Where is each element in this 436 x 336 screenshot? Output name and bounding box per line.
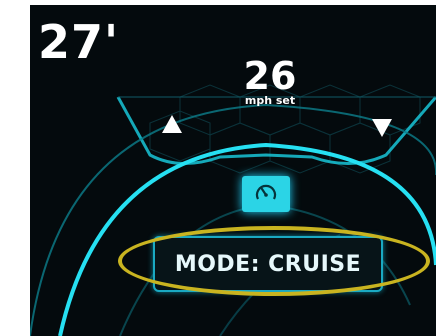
cruise-control-button[interactable]: [242, 176, 290, 212]
speedometer-icon: [255, 184, 277, 200]
set-speed-unit: mph set: [244, 94, 296, 107]
dashboard-screen: 27' 26 mph set MODE: CRUISE: [30, 5, 436, 336]
mode-label: MODE: CRUISE: [174, 251, 362, 277]
mode-indicator[interactable]: MODE: CRUISE: [153, 236, 383, 292]
set-speed-value: 26: [243, 54, 297, 98]
speed-decrease-arrow-icon[interactable]: [372, 119, 392, 137]
set-speed: 26 mph set: [230, 57, 310, 106]
depth-readout: 27': [38, 15, 120, 69]
speed-increase-arrow-icon[interactable]: [162, 115, 182, 133]
